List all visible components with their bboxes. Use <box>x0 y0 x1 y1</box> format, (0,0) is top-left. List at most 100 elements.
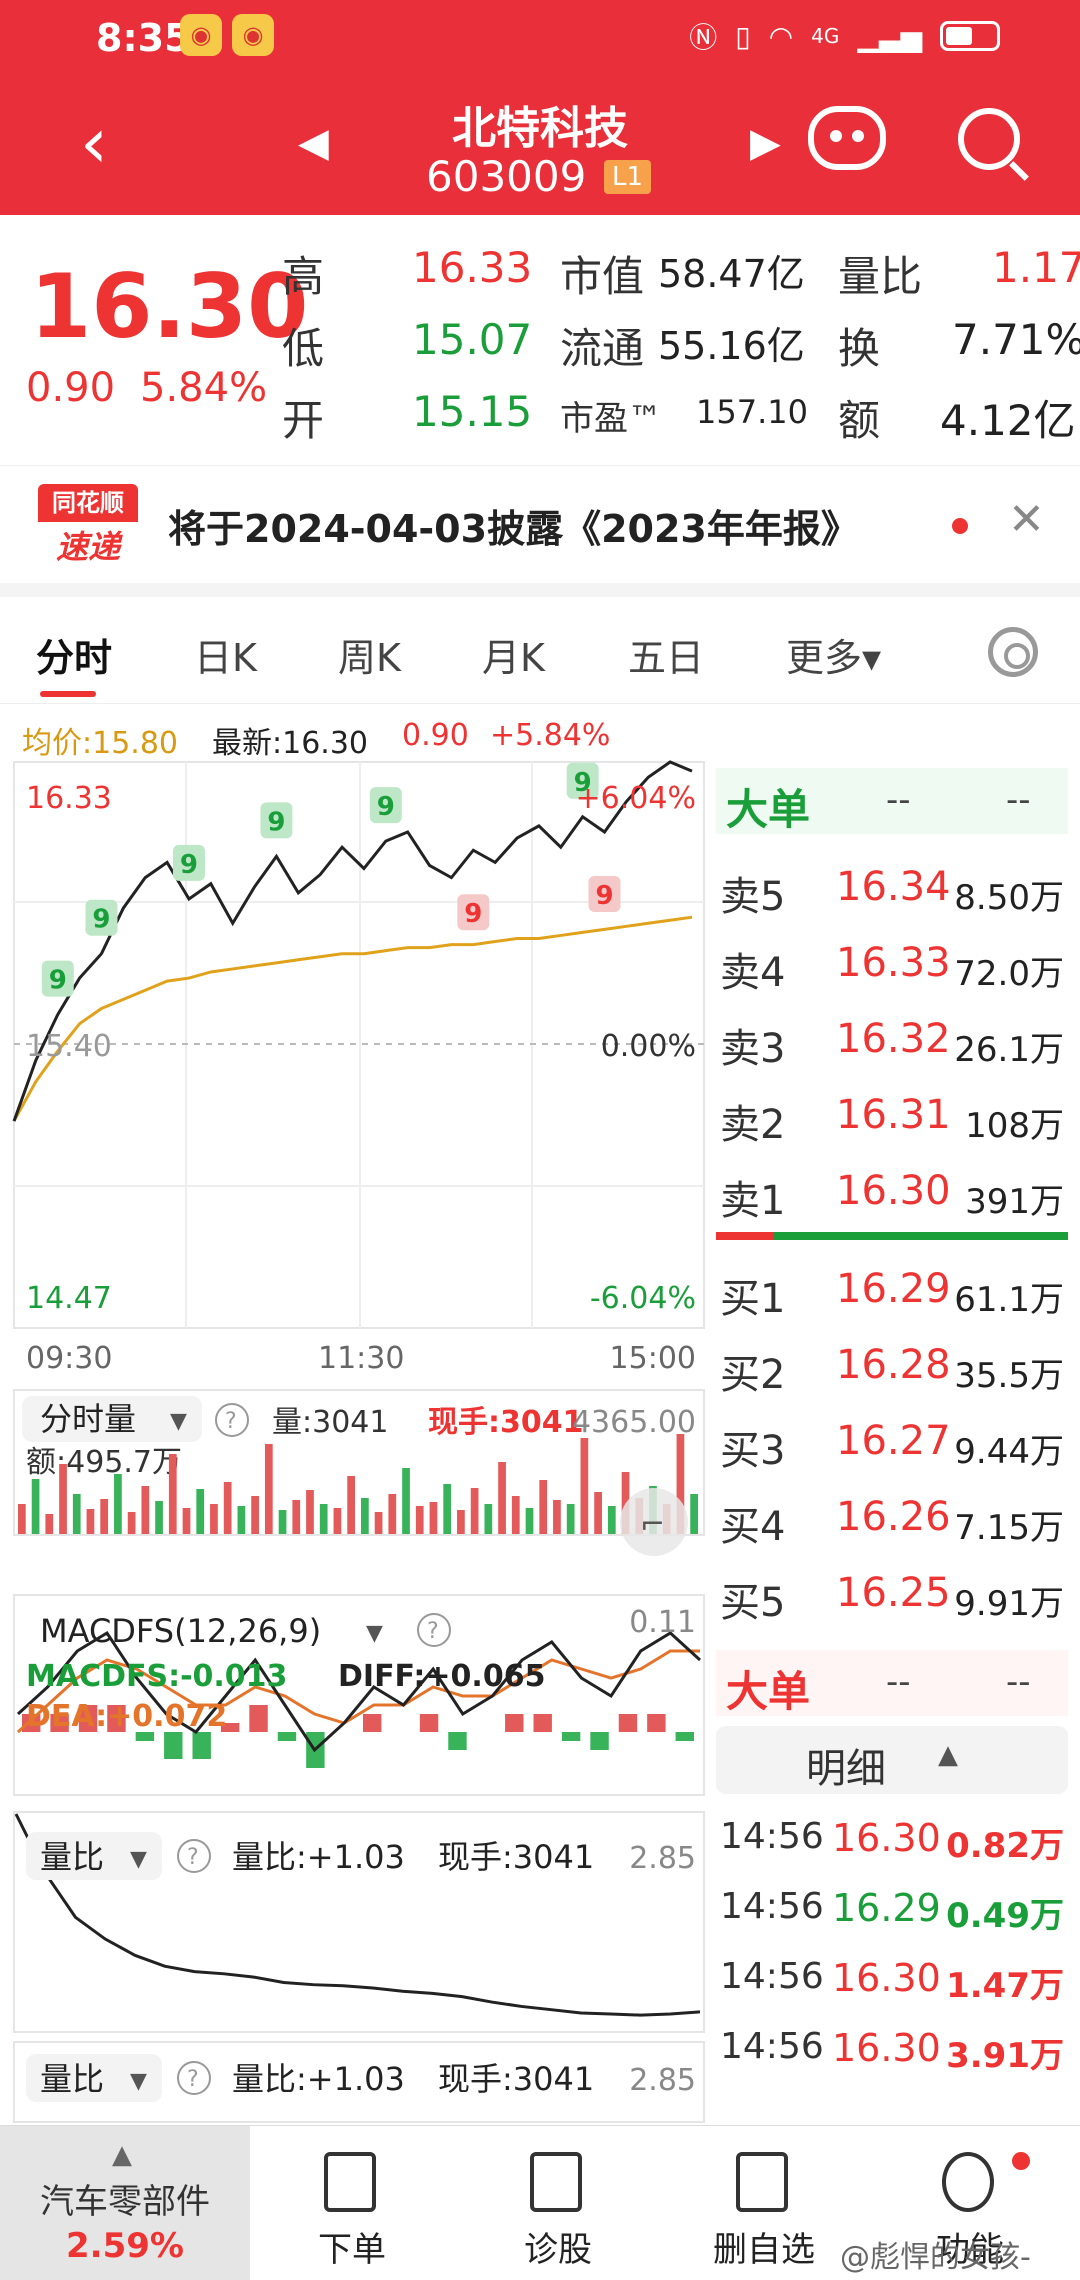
low-value: 15.07 <box>412 315 533 364</box>
volume-bar <box>361 1498 369 1534</box>
tab-five-day[interactable]: 五日 <box>628 627 704 682</box>
quote-panel: 16.30 0.90 5.84% 高 16.33 低 15.07 开 15.15… <box>0 215 1080 465</box>
high-label: 高 <box>282 252 325 301</box>
watermark-text: @彪悍的女孩- <box>840 2240 1031 2275</box>
header-bar: 8:35 ◉ ◉ Ⓝ ▯ ◠ 4G ▁▃▅ ‹ ◀ ▶ 北特科技 603009 … <box>0 0 1080 215</box>
trade-detail-row: 14:56 16.29 0.49万 <box>720 1876 1072 1946</box>
macd-bar <box>249 1705 268 1732</box>
volume-bar <box>347 1476 355 1534</box>
volume-bar <box>196 1489 205 1534</box>
volume-bar <box>388 1494 397 1534</box>
level-volume: 35.5万 <box>954 1356 1064 1396</box>
trade-time: 14:56 <box>720 1956 824 1997</box>
volume-bar <box>251 1496 259 1534</box>
signal-marker-label: 9 <box>464 899 482 929</box>
bid-row[interactable]: 买2 16.28 35.5万 <box>720 1332 1072 1402</box>
level-label: 卖4 <box>720 950 786 996</box>
pct-top-label: +6.04% <box>576 781 696 816</box>
volume-bar <box>566 1504 575 1534</box>
macd-bar <box>277 1732 297 1741</box>
x-tick-1500: 15:00 <box>610 1341 696 1376</box>
float-value: 55.16亿 <box>658 324 805 368</box>
level-label: 买3 <box>720 1428 786 1474</box>
tab-weekly-k[interactable]: 周K <box>338 627 401 682</box>
weibo-icon: ◉ <box>180 14 222 56</box>
trade-price: 16.30 <box>832 1816 941 1860</box>
current-price: 16.30 <box>30 255 309 358</box>
volume-amount: 额:495.7万 <box>26 1445 182 1480</box>
close-icon[interactable]: ✕ <box>1008 494 1045 545</box>
macd-title[interactable]: MACDFS(12,26,9) <box>40 1612 321 1650</box>
sector-button[interactable]: ▲ 汽车零部件 2.59% <box>0 2126 250 2280</box>
pe-label: 市盈™ <box>560 399 662 439</box>
tab-more[interactable]: 更多▾ <box>786 627 881 682</box>
trade-detail-row: 14:56 16.30 3.91万 <box>720 2016 1072 2086</box>
ask-row[interactable]: 卖2 16.31 108万 <box>720 1082 1072 1152</box>
ask-row[interactable]: 卖5 16.34 8.50万 <box>720 854 1072 924</box>
buy-sell-ratio-bar <box>716 1232 1068 1240</box>
order-button[interactable]: 下单 <box>252 2126 452 2280</box>
level-price: 16.33 <box>836 940 951 986</box>
bid-row[interactable]: 买3 16.27 9.44万 <box>720 1408 1072 1478</box>
search-icon[interactable] <box>958 108 1020 170</box>
macd-bar <box>590 1732 609 1750</box>
volume-bar <box>553 1500 561 1534</box>
macd-bar <box>533 1714 552 1732</box>
macd-bar <box>505 1714 524 1732</box>
bid-row[interactable]: 买5 16.25 9.91万 <box>720 1560 1072 1630</box>
ask-row[interactable]: 卖3 16.32 26.1万 <box>720 1006 1072 1076</box>
trade-volume: 3.91万 <box>946 2036 1064 2076</box>
intraday-charts[interactable]: 999999999 16.33 15.40 14.47 +6.04% 0.00%… <box>0 760 712 2125</box>
detail-toggle[interactable]: 明细 ▲ <box>716 1726 1068 1794</box>
ask-row[interactable]: 卖1 16.30 391万 <box>720 1158 1072 1228</box>
tab-active-indicator <box>40 691 96 697</box>
big-order-header[interactable]: 大单 -- -- <box>716 768 1068 834</box>
volume-bar <box>333 1508 342 1534</box>
volume-bar <box>402 1468 410 1534</box>
remove-watchlist-button[interactable]: 删自选 <box>664 2126 864 2280</box>
level-price: 16.34 <box>836 864 951 910</box>
signal-marker-label: 9 <box>267 807 285 837</box>
tab-intraday[interactable]: 分时 <box>36 627 112 682</box>
stock-code: 603009 <box>426 152 587 201</box>
big-order-header-2[interactable]: 大单 -- -- <box>716 1650 1068 1716</box>
diagnose-kit-icon <box>530 2152 582 2212</box>
turnover-label: 换 <box>838 324 881 373</box>
help-icon-glyph: ? <box>187 1845 199 1870</box>
announcement-banner[interactable]: 同花顺 速递 将于2024-04-03披露《2023年年报》 ✕ <box>0 465 1080 583</box>
robot-assistant-icon[interactable] <box>808 106 886 170</box>
signal-marker-label: 9 <box>180 850 198 880</box>
level-label: 卖1 <box>720 1178 786 1224</box>
macd-bar <box>192 1732 211 1759</box>
trade-price: 16.29 <box>832 1886 941 1930</box>
settings-icon[interactable] <box>988 627 1038 677</box>
bid-row[interactable]: 买1 16.29 61.1万 <box>720 1256 1072 1326</box>
tab-monthly-k[interactable]: 月K <box>482 627 545 682</box>
order-doc-icon <box>324 2152 376 2212</box>
volume-value: 量:3041 <box>272 1405 388 1440</box>
tab-daily-k[interactable]: 日K <box>194 627 257 682</box>
detail-label: 明细 <box>806 1746 886 1792</box>
y-top-label: 16.33 <box>26 781 112 816</box>
signal-marker-label: 9 <box>377 792 395 822</box>
volume-bar <box>45 1514 54 1534</box>
volume-bar <box>470 1488 479 1534</box>
volume-bar <box>264 1444 273 1534</box>
volume-bar <box>580 1438 589 1534</box>
ask-row[interactable]: 卖4 16.33 72.0万 <box>720 930 1072 1000</box>
x-tick-0930: 09:30 <box>26 1341 112 1376</box>
volume-bar <box>278 1510 287 1534</box>
level-volume: 26.1万 <box>954 1030 1064 1070</box>
functions-menu-icon <box>942 2152 994 2212</box>
unread-dot <box>952 518 968 534</box>
open-label: 开 <box>282 396 325 445</box>
level-volume: 72.0万 <box>954 954 1064 994</box>
volume-hand: 现手:3041 <box>428 1405 584 1440</box>
signal-markers: 999999999 <box>41 762 621 997</box>
volume-bar <box>114 1474 122 1534</box>
diagnose-button[interactable]: 诊股 <box>458 2126 658 2280</box>
bid-row[interactable]: 买4 16.26 7.15万 <box>720 1484 1072 1554</box>
volume-ratio-title-2: 量比 <box>40 2060 104 2098</box>
level-volume: 7.15万 <box>954 1508 1064 1548</box>
nfc-icon: Ⓝ <box>689 21 718 54</box>
